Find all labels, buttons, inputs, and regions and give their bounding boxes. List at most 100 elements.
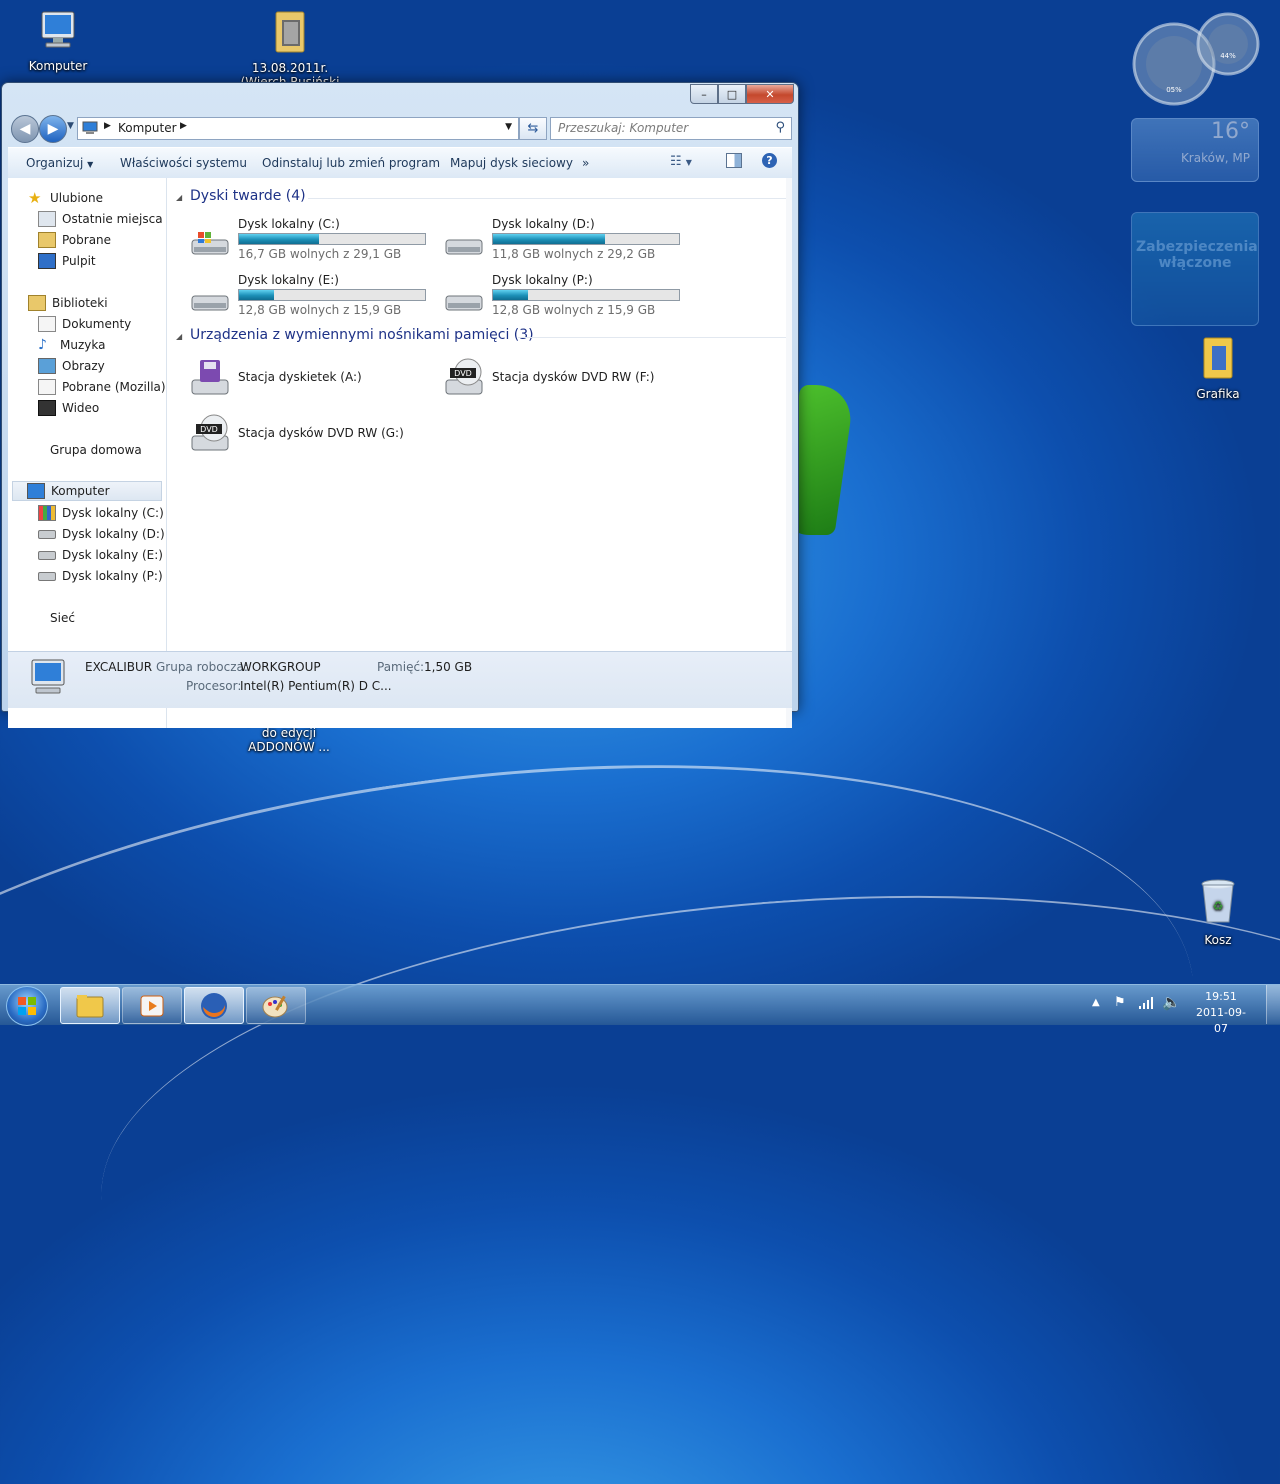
firefox-icon — [201, 992, 227, 1019]
drive-c[interactable]: Dysk lokalny (C:) 16,7 GB wolnych z 29,1… — [186, 216, 436, 266]
uninstall-program-button[interactable]: Odinstaluj lub zmień program — [262, 156, 440, 170]
explorer-window[interactable]: – □ ✕ ◀ ▶ ▼ ▶ Komputer ▶ ▼ ⇆ Przeszukaj:… — [1, 82, 799, 728]
weather-gadget[interactable]: 16° Kraków, MP — [1131, 118, 1259, 182]
breadcrumb-arrow-icon[interactable]: ▶ — [104, 121, 111, 131]
meter-icon: 05% 44% — [1132, 12, 1260, 106]
nav-downloads[interactable]: Pobrane — [38, 230, 111, 250]
show-desktop-button[interactable] — [1266, 985, 1280, 1024]
preview-pane-icon[interactable] — [726, 153, 742, 168]
nav-drive-e[interactable]: Dysk lokalny (E:) — [38, 545, 163, 565]
nav-favorites[interactable]: ★ Ulubione — [28, 188, 103, 208]
search-icon[interactable]: ⚲ — [775, 120, 785, 135]
minimize-button[interactable]: – — [690, 84, 718, 104]
group-collapse-icon[interactable]: ◢ — [176, 193, 182, 202]
search-input[interactable]: Przeszukaj: Komputer ⚲ — [550, 117, 792, 140]
nav-desktop[interactable]: Pulpit — [38, 251, 96, 271]
floppy-drive-a[interactable]: Stacja dyskietek (A:) — [186, 354, 436, 404]
video-icon — [38, 400, 56, 416]
scrollbar[interactable] — [786, 178, 792, 728]
system-clock[interactable]: 19:51 2011-09-07 — [1190, 989, 1252, 1037]
drive-icon — [38, 529, 56, 539]
nav-label: Wideo — [62, 401, 100, 415]
nav-mozilla-downloads[interactable]: Pobrane (Mozilla) — [38, 377, 166, 397]
dvd-drive-g[interactable]: DVD Stacja dysków DVD RW (G:) — [186, 410, 436, 460]
paint-icon — [262, 995, 288, 1017]
desktop-icon-grafika[interactable]: Grafika — [1168, 334, 1268, 401]
volume-icon[interactable]: 🔈 — [1162, 993, 1181, 1011]
security-gadget[interactable]: Zabezpieczenia włączone — [1131, 212, 1259, 326]
nav-label: Sieć — [50, 611, 75, 625]
nav-videos[interactable]: Wideo — [38, 398, 99, 418]
nav-documents[interactable]: Dokumenty — [38, 314, 131, 334]
drive-e[interactable]: Dysk lokalny (E:) 12,8 GB wolnych z 15,9… — [186, 272, 436, 322]
breadcrumb-arrow-icon[interactable]: ▶ — [180, 121, 187, 131]
dvd-badge: DVD — [454, 369, 472, 378]
group-removable[interactable]: Urządzenia z wymiennymi nośnikami pamięc… — [190, 327, 534, 343]
more-commands-button[interactable]: » — [582, 156, 589, 170]
close-button[interactable]: ✕ — [746, 84, 794, 104]
map-network-drive-button[interactable]: Mapuj dysk sieciowy — [450, 156, 573, 170]
nav-label: Dysk lokalny (P:) — [62, 569, 163, 583]
taskbar-media-player[interactable] — [122, 987, 182, 1024]
desktop-icon-computer[interactable]: Komputer — [8, 10, 108, 73]
breadcrumb-computer[interactable]: Komputer — [118, 121, 177, 135]
group-collapse-icon[interactable]: ◢ — [176, 332, 182, 341]
taskbar-explorer[interactable] — [60, 987, 120, 1024]
drive-usage-fill — [493, 234, 605, 244]
group-hard-drives[interactable]: Dyski twarde (4) — [190, 188, 306, 204]
drive-free-space: 11,8 GB wolnych z 29,2 GB — [492, 247, 656, 261]
nav-recent-places[interactable]: Ostatnie miejsca — [38, 209, 163, 229]
dvd-drive-f[interactable]: DVD Stacja dysków DVD RW (F:) — [440, 354, 690, 404]
nav-pictures[interactable]: Obrazy — [38, 356, 105, 376]
forward-button[interactable]: ▶ — [39, 115, 67, 143]
star-icon: ★ — [28, 189, 42, 207]
nav-drive-d[interactable]: Dysk lokalny (D:) — [38, 524, 165, 544]
nav-music[interactable]: ♪ Muzyka — [38, 335, 105, 355]
search-placeholder: Przeszukaj: Komputer — [558, 121, 689, 135]
desktop-icon-folder-photos[interactable]: 13.08.2011r.(Wierch Rusiński 59 - Bialk — [240, 8, 340, 84]
start-button[interactable] — [6, 986, 48, 1026]
history-dropdown-icon[interactable]: ▼ — [67, 121, 74, 131]
nav-homegroup[interactable]: Grupa domowa — [28, 440, 142, 460]
cpu-meter-gadget[interactable]: 05% 44% — [1130, 10, 1270, 106]
nav-drive-p[interactable]: Dysk lokalny (P:) — [38, 566, 163, 586]
view-options-icon[interactable]: ☷ ▼ — [670, 154, 692, 169]
action-center-flag-icon[interactable]: ⚑ — [1114, 995, 1126, 1010]
nav-network[interactable]: Sieć — [28, 608, 75, 628]
network-signal-icon[interactable] — [1138, 996, 1154, 1010]
back-button[interactable]: ◀ — [11, 115, 39, 143]
nav-libraries[interactable]: Biblioteki — [28, 293, 108, 313]
memory-value: 44% — [1220, 52, 1236, 60]
drive-usage-fill — [239, 234, 319, 244]
nav-computer[interactable]: Komputer — [12, 481, 162, 501]
address-bar[interactable]: ▶ Komputer ▶ ▼ — [77, 117, 519, 140]
drive-free-space: 12,8 GB wolnych z 15,9 GB — [238, 303, 402, 317]
folder-icon — [76, 994, 104, 1017]
taskbar-paint[interactable] — [246, 987, 306, 1024]
weather-temp: 16° — [1211, 119, 1250, 144]
drive-p[interactable]: Dysk lokalny (P:) 12,8 GB wolnych z 15,9… — [440, 272, 690, 322]
organize-menu[interactable]: Organizuj ▼ — [26, 156, 93, 170]
show-hidden-icons[interactable]: ▲ — [1092, 997, 1100, 1008]
desktop-icon-label: Grafika — [1196, 387, 1240, 401]
weather-city: Kraków, MP — [1180, 151, 1250, 165]
maximize-button[interactable]: □ — [718, 84, 746, 104]
nav-drive-c[interactable]: Dysk lokalny (C:) — [38, 503, 164, 523]
drive-usage-fill — [239, 290, 275, 300]
help-icon[interactable]: ? — [762, 153, 777, 168]
nav-label: Ulubione — [50, 191, 104, 205]
address-dropdown-icon[interactable]: ▼ — [505, 122, 512, 132]
drive-icon — [191, 295, 229, 311]
cpu-label: Procesor: — [186, 679, 242, 693]
nav-label: Pulpit — [62, 254, 96, 268]
group-divider — [518, 337, 786, 338]
computer-icon — [27, 483, 45, 499]
refresh-button[interactable]: ⇆ — [519, 117, 547, 140]
desktop-icon-recycle-bin[interactable]: ♻ Kosz — [1168, 878, 1268, 947]
taskbar-firefox[interactable] — [184, 987, 244, 1024]
desktop-icon — [38, 253, 56, 269]
drive-name: Stacja dyskietek (A:) — [238, 370, 362, 384]
system-properties-button[interactable]: Właściwości systemu — [120, 156, 247, 170]
drive-d[interactable]: Dysk lokalny (D:) 11,8 GB wolnych z 29,2… — [440, 216, 690, 266]
nav-label: Muzyka — [60, 338, 106, 352]
